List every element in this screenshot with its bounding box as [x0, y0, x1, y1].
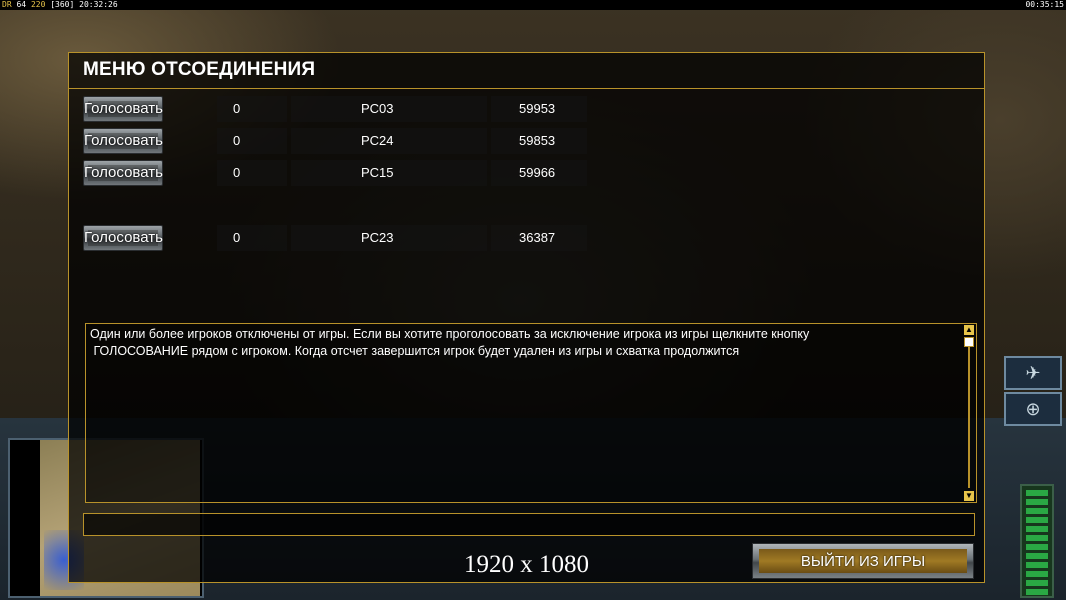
- game-clock: 20:32:26: [79, 0, 118, 9]
- vote-button[interactable]: Голосовать: [83, 128, 163, 154]
- vote-count-cell: 0: [217, 225, 287, 251]
- ping-cell: 59853: [491, 128, 587, 154]
- vote-button[interactable]: Голосовать: [83, 225, 163, 251]
- chat-input[interactable]: [83, 513, 975, 536]
- power-segment: [1026, 562, 1048, 568]
- power-segment: [1026, 535, 1048, 541]
- dr-label: DR: [2, 0, 12, 9]
- vote-count-cell: 0: [217, 128, 287, 154]
- power-segment: [1026, 553, 1048, 559]
- aircraft-button[interactable]: ✈: [1004, 356, 1062, 390]
- crosshair-icon: ⊕: [1025, 399, 1041, 419]
- player-name-cell: PC03: [291, 96, 487, 122]
- vote-button[interactable]: Голосовать: [83, 96, 163, 122]
- target-button[interactable]: ⊕: [1004, 392, 1062, 426]
- player-name-cell: PC23: [291, 225, 487, 251]
- ping-cell: 59966: [491, 160, 587, 186]
- message-line: Один или более игроков отключены от игры…: [90, 327, 810, 341]
- power-segment: [1026, 499, 1048, 505]
- message-scrollbar[interactable]: ▲ ▼: [964, 324, 974, 502]
- power-segment: [1026, 589, 1048, 595]
- jet-icon: ✈: [1025, 363, 1041, 383]
- quit-label: ВЫЙТИ ИЗ ИГРЫ: [800, 553, 926, 570]
- ping-cell: 36387: [491, 225, 587, 251]
- power-segment: [1026, 517, 1048, 523]
- player-name-cell: PC15: [291, 160, 487, 186]
- player-name-cell: PC24: [291, 128, 487, 154]
- vote-count-cell: 0: [217, 96, 287, 122]
- scroll-up-icon[interactable]: ▲: [964, 325, 974, 335]
- stat-c: [360]: [50, 0, 75, 9]
- power-segment: [1026, 544, 1048, 550]
- power-segment: [1026, 508, 1048, 514]
- vote-count-cell: 0: [217, 160, 287, 186]
- disconnect-dialog: МЕНЮ ОТСОЕДИНЕНИЯ Голосовать 0 PC03 5995…: [68, 52, 985, 583]
- power-segment: [1026, 571, 1048, 577]
- dialog-title: МЕНЮ ОТСОЕДИНЕНИЯ: [83, 59, 316, 80]
- scroll-thumb[interactable]: [964, 337, 974, 347]
- vote-button[interactable]: Голосовать: [83, 160, 163, 186]
- message-text: Один или более игроков отключены от игры…: [90, 326, 952, 360]
- power-segment: [1026, 526, 1048, 532]
- stat-b: 220: [30, 0, 46, 9]
- scroll-down-icon[interactable]: ▼: [964, 491, 974, 501]
- title-divider: [69, 88, 984, 89]
- power-meter: [1020, 484, 1054, 598]
- message-box: Один или более игроков отключены от игры…: [85, 323, 977, 503]
- quit-game-button[interactable]: ВЫЙТИ ИЗ ИГРЫ: [752, 543, 974, 579]
- message-line: ГОЛОСОВАНИЕ рядом с игроком. Когда отсче…: [90, 344, 740, 358]
- stat-a: 64: [16, 0, 27, 9]
- session-timer: 00:35:15: [1025, 0, 1064, 9]
- top-status-bar: DR 64 220 [360] 20:32:26 00:35:15: [0, 0, 1066, 10]
- scroll-track: [968, 338, 970, 488]
- resolution-label: 1920 x 1080: [464, 551, 589, 578]
- power-segment: [1026, 580, 1048, 586]
- ping-cell: 59953: [491, 96, 587, 122]
- top-left-stats: DR 64 220 [360] 20:32:26: [2, 0, 118, 10]
- power-segment: [1026, 490, 1048, 496]
